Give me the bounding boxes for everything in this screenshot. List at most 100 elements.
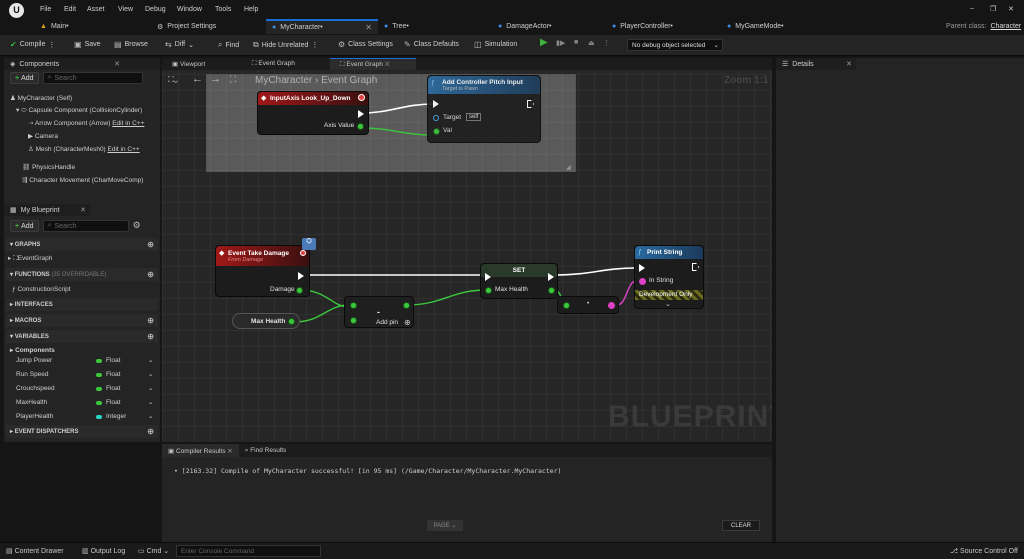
variable-type-pill-icon[interactable] <box>96 415 102 419</box>
delegate-pin[interactable] <box>358 94 365 101</box>
edit-cpp-link[interactable]: Edit in C++ <box>108 146 140 153</box>
variable-type-pill-icon[interactable] <box>96 373 102 377</box>
close-icon[interactable]: ✕ <box>846 60 852 68</box>
variable-type-pill-icon[interactable] <box>96 387 102 391</box>
clear-button[interactable]: CLEAR <box>722 520 760 531</box>
max-health-in-pin[interactable] <box>485 287 492 294</box>
sub-out-pin[interactable] <box>403 302 410 309</box>
tree-item-arrow[interactable]: ➝ Arrow Component (Arrow) Edit in C++ <box>28 119 144 127</box>
tab-mygamemode[interactable]: ● MyGameMode• <box>727 19 784 34</box>
sub-a-pin[interactable] <box>350 302 357 309</box>
exec-in-pin[interactable] <box>639 264 645 272</box>
eject-icon[interactable]: ⏏ <box>588 39 595 47</box>
compile-button[interactable]: ✔ Compile ⋮ <box>10 40 55 49</box>
output-log-button[interactable]: ▥ Output Log <box>82 547 125 555</box>
conv-in-pin[interactable] <box>563 302 570 309</box>
components-search-input[interactable]: ⌕ Search <box>42 72 143 84</box>
source-control-button[interactable]: ⎇ Source Control Off <box>950 547 1018 555</box>
section-functions[interactable]: ▾ FUNCTIONS (35 OVERRIDABLE) ⊕ <box>6 268 158 281</box>
debug-object-select[interactable]: No debug object selected ⌄ <box>627 39 723 51</box>
add-blueprint-item-button[interactable]: + Add <box>10 220 39 232</box>
section-variables[interactable]: ▾ VARIABLES ⊕ <box>6 330 158 343</box>
tree-item-camera[interactable]: ▶ Camera <box>28 132 58 140</box>
tree-item-charmove[interactable]: ⇶ Character Movement (CharMoveComp) <box>22 176 143 184</box>
play-icon[interactable]: ▶ <box>540 37 548 48</box>
stop-icon[interactable]: ■ <box>574 39 578 46</box>
find-button[interactable]: ⌕ Find <box>218 40 239 50</box>
variable-type-pill-icon[interactable] <box>96 401 102 405</box>
add-circle-icon[interactable]: ⊕ <box>147 332 154 341</box>
tree-item-mesh[interactable]: ♙ Mesh (CharacterMesh0) Edit in C++ <box>28 145 140 153</box>
tree-item-capsule[interactable]: ▾ ⬭ Capsule Component (CollisionCylinder… <box>16 106 142 115</box>
hide-unrelated-button[interactable]: ⧉ Hide Unrelated ⋮ <box>253 40 318 50</box>
add-circle-icon[interactable]: ⊕ <box>147 270 154 279</box>
add-pin-button[interactable]: Add pin <box>376 319 398 326</box>
max-health-out-pin[interactable] <box>288 318 295 325</box>
sub-b-pin[interactable] <box>350 317 357 324</box>
menu-debug[interactable]: Debug <box>145 6 166 13</box>
exec-in-pin[interactable] <box>433 100 439 108</box>
tab-main[interactable]: ▲ Main• <box>40 19 69 34</box>
node-conversion[interactable]: • <box>557 296 619 314</box>
edit-cpp-link[interactable]: Edit in C++ <box>112 120 144 127</box>
delegate-pin[interactable] <box>300 250 306 256</box>
minimize-icon[interactable]: – <box>970 5 974 12</box>
tab-playercontroller[interactable]: ● PlayerController• <box>612 19 673 34</box>
variable-row[interactable]: MaxHealth Float ⌄ <box>6 397 158 410</box>
options-icon[interactable]: ⋮ <box>603 39 610 47</box>
chevron-down-icon[interactable]: ⌄ <box>665 300 671 308</box>
node-max-health-get[interactable]: Max Health <box>232 313 300 329</box>
tree-item-physicshandle[interactable]: ⛓ PhysicsHandle <box>22 163 75 171</box>
target-pin[interactable] <box>433 115 439 121</box>
tab-find-results[interactable]: ⌕ Find Results <box>239 444 293 457</box>
close-icon[interactable]: ✕ <box>114 60 120 68</box>
tab-close-icon[interactable]: ✕ <box>365 23 372 32</box>
function-item-construction[interactable]: ƒ ConstructionScript <box>12 286 71 293</box>
variable-row[interactable]: Crouchspeed Float ⌄ <box>6 383 158 396</box>
page-button[interactable]: PAGE ⌄ <box>427 520 463 531</box>
variable-row[interactable]: Run Speed Float ⌄ <box>6 369 158 382</box>
tree-item-self[interactable]: ♟ MyCharacter (Self) <box>10 94 72 102</box>
close-icon[interactable]: ✕ <box>80 206 86 214</box>
save-button[interactable]: ▣ Save <box>74 40 101 49</box>
menu-file[interactable]: File <box>40 6 51 13</box>
close-icon[interactable]: ✕ <box>227 448 232 455</box>
restore-icon[interactable]: ❐ <box>990 5 996 13</box>
console-input[interactable]: Enter Console Command <box>176 545 321 557</box>
simulation-button[interactable]: ◫ Simulation <box>474 40 517 49</box>
chevron-down-icon[interactable]: ⌄ <box>148 384 153 392</box>
section-interfaces[interactable]: ▸ INTERFACES <box>6 298 158 311</box>
conv-out-pin[interactable] <box>608 302 615 309</box>
tab-project-settings[interactable]: ⚙ Project Settings <box>157 19 216 34</box>
variable-category-components[interactable]: ▸ Components <box>10 346 55 354</box>
val-pin[interactable] <box>433 128 440 135</box>
add-circle-icon[interactable]: ⊕ <box>147 240 154 249</box>
blueprint-search-input[interactable]: ⌕ Search <box>42 220 129 232</box>
variable-type-pill-icon[interactable] <box>96 359 102 363</box>
chevron-down-icon[interactable]: ⌄ <box>148 398 153 406</box>
section-graphs[interactable]: ▾ GRAPHS ⊕ <box>6 238 158 251</box>
node-set[interactable]: SET Max Health <box>480 263 558 299</box>
menu-tools[interactable]: Tools <box>215 6 231 13</box>
add-circle-icon[interactable]: ⊕ <box>147 427 154 436</box>
node-subtract[interactable]: - Add pin ⊕ <box>344 296 414 328</box>
tab-mycharacter[interactable]: ● MyCharacter• ✕ <box>266 19 378 34</box>
chevron-down-icon[interactable]: ⌄ <box>148 412 153 420</box>
kebab-icon[interactable]: ⋮ <box>48 41 55 49</box>
chevron-down-icon[interactable]: ⌄ <box>148 356 153 364</box>
gear-icon[interactable]: ⚙ <box>133 220 141 232</box>
step-icon[interactable]: ▮▶ <box>556 39 565 47</box>
content-drawer-button[interactable]: ▤ Content Drawer <box>6 547 64 555</box>
variable-row[interactable]: PlayerHealth Integer ⌄ <box>6 411 158 424</box>
exec-out-pin[interactable] <box>298 272 304 280</box>
damage-pin[interactable] <box>296 287 303 294</box>
menu-edit[interactable]: Edit <box>64 6 76 13</box>
node-add-pitch[interactable]: Add Controller Pitch Input Target is Pawn… <box>427 75 541 143</box>
diff-button[interactable]: ⇆ Diff ⌄ <box>165 40 194 49</box>
exec-out-pin[interactable] <box>548 273 554 281</box>
section-macros[interactable]: ▸ MACROS ⊕ <box>6 314 158 327</box>
menu-window[interactable]: Window <box>177 6 202 13</box>
graph-item-eventgraph[interactable]: ▸ ⛶EventGraph <box>8 254 52 263</box>
menu-asset[interactable]: Asset <box>87 6 105 13</box>
section-event-dispatchers[interactable]: ▸ EVENT DISPATCHERS ⊕ <box>6 425 158 438</box>
